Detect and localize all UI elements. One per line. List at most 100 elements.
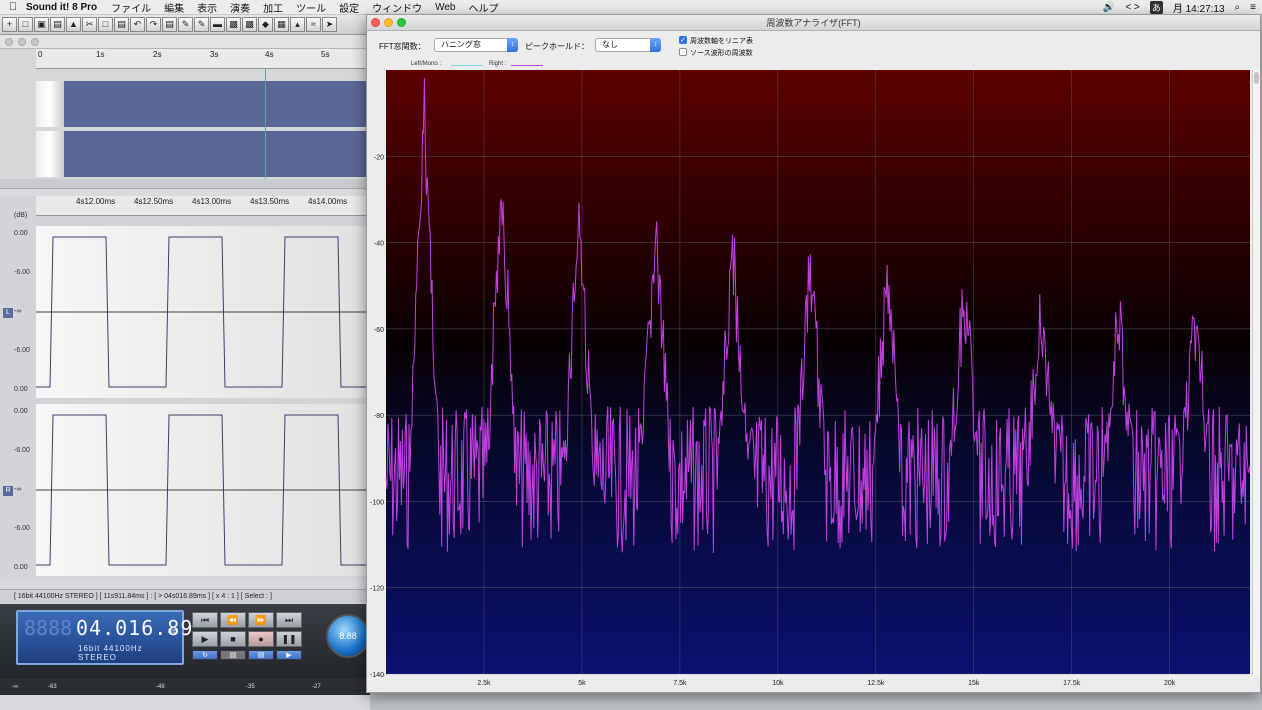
fast-forward-button[interactable]: ⏩ (248, 612, 274, 628)
paste-icon[interactable]: ▤ (114, 17, 129, 32)
open-file-icon[interactable]: □ (18, 17, 33, 32)
pause-button[interactable]: ❚❚ (276, 631, 302, 647)
record-button[interactable]: ● (248, 631, 274, 647)
app-menu[interactable]: Sound it! 8 Pro (26, 2, 97, 13)
menu-view[interactable]: 表示 (197, 0, 217, 15)
marker-button[interactable]: ▤ (248, 650, 274, 660)
channel-left-badge[interactable]: L (3, 308, 13, 318)
ruler-label: 4s13.50ms (250, 197, 290, 206)
source-wave-checkbox[interactable] (679, 48, 687, 56)
skip-button[interactable]: ▶ (276, 650, 302, 660)
save-as-icon[interactable]: ▤ (50, 17, 65, 32)
doc-icon[interactable]: ▤ (162, 17, 177, 32)
x-tick-label: 20k (1164, 680, 1176, 687)
x-tick-label: 7.5k (673, 680, 687, 687)
fft-titlebar[interactable]: 周波数アナライザ(FFT) (367, 15, 1260, 31)
spotlight-icon[interactable]: ⌕ (1235, 2, 1241, 13)
menu-file[interactable]: ファイル (111, 0, 151, 15)
overview-track-right[interactable] (36, 131, 370, 177)
nav-arrows-icon[interactable]: < > (1125, 2, 1139, 13)
select-arrows-icon: ↕ (507, 38, 518, 52)
fft-controls: FFT窓関数： ハニング窓 ↕ ピークホールド： なし ↕ ✓ 周波数軸をリニア… (367, 32, 1260, 60)
ime-indicator[interactable]: あ (1149, 1, 1163, 14)
copy-icon[interactable]: □ (98, 17, 113, 32)
stop-button[interactable]: ■ (220, 631, 246, 647)
overview-track-left[interactable] (36, 81, 370, 127)
grid-icon[interactable]: ▦ (274, 17, 289, 32)
meter-label: -35 (246, 684, 255, 690)
ruler-label: 4s14.00ms (308, 197, 348, 206)
overview-scrollbar[interactable] (0, 179, 370, 189)
channel-right-badge[interactable]: R (3, 486, 13, 496)
x-tick-label: 12.5k (867, 680, 885, 687)
level-meter: -∞ -63 -48 -35 -27 (0, 678, 370, 695)
tool-a-icon[interactable]: ✎ (178, 17, 193, 32)
graph-icon[interactable]: ≈ (306, 17, 321, 32)
menu-edit[interactable]: 編集 (164, 0, 184, 15)
overview-playhead[interactable] (265, 69, 266, 179)
channel-left-wave[interactable] (36, 226, 370, 398)
status-line: [ 16bit 44100Hz STEREO ] [ 11s911.84ms ]… (0, 589, 370, 603)
menu-help[interactable]: ヘルプ (469, 0, 499, 15)
db-label: -6.00 (14, 269, 30, 276)
zoom-dot-icon[interactable] (31, 38, 39, 46)
folder-icon[interactable]: ▲ (66, 17, 81, 32)
undo-icon[interactable]: ↶ (130, 17, 145, 32)
waveform-ruler[interactable]: 4s12.00ms 4s12.50ms 4s13.00ms 4s13.50ms … (36, 196, 370, 216)
window-function-value: ハニング窓 (441, 40, 481, 49)
list-menu-icon[interactable]: ≡ (1250, 2, 1256, 13)
channel-right-wave[interactable] (36, 404, 370, 576)
menu-process[interactable]: 加工 (263, 0, 283, 15)
close-dot-icon[interactable] (5, 38, 13, 46)
linear-axis-checkbox[interactable]: ✓ (679, 36, 687, 44)
save-icon[interactable]: ▣ (34, 17, 49, 32)
loop-button[interactable]: ↻ (192, 650, 218, 660)
go-end-button[interactable]: ⏭ (276, 612, 302, 628)
eraser-icon[interactable]: ◆ (258, 17, 273, 32)
peak-hold-select[interactable]: なし ↕ (595, 38, 661, 52)
tool-e-icon[interactable]: ▩ (242, 17, 257, 32)
tool-b-icon[interactable]: ✎ (194, 17, 209, 32)
tool-c-icon[interactable]: ▬ (210, 17, 225, 32)
menu-settings[interactable]: 設定 (339, 0, 359, 15)
ruler-label: 1s (96, 50, 105, 59)
play-button[interactable]: ▶ (192, 631, 218, 647)
volume-knob[interactable]: 8.88 (326, 614, 370, 658)
level-icon[interactable]: ▴ (290, 17, 305, 32)
ruler-label: 3s (210, 50, 219, 59)
punch-button[interactable]: ▤ (220, 650, 246, 660)
zoom-button-icon[interactable] (397, 18, 406, 27)
menu-web[interactable]: Web (435, 2, 455, 13)
ruler-label: 4s13.00ms (192, 197, 232, 206)
waveform-pane[interactable]: 4s12.00ms 4s12.50ms 4s13.00ms 4s13.50ms … (0, 196, 370, 579)
x-axis: 2.5k 5k 7.5k 10k 12.5k 15k 17.5k 20k (477, 680, 1175, 687)
pointer-icon[interactable]: ➤ (322, 17, 337, 32)
fft-plot-area[interactable]: -20 -40 -60 -80 -100 -120 -140 2.5k 5k 7.5k 10k 12… (367, 70, 1260, 690)
minimize-button-icon[interactable] (384, 18, 393, 27)
apple-icon[interactable]:  (0, 1, 26, 13)
meter-label: -27 (312, 684, 321, 690)
menu-play[interactable]: 演奏 (230, 0, 250, 15)
close-button-icon[interactable] (371, 18, 380, 27)
db-label: 0.00 (14, 230, 28, 237)
minimize-dot-icon[interactable] (18, 38, 26, 46)
fft-spectrum-chart: -20 -40 -60 -80 -100 -120 -140 2.5k 5k 7.5k 10k 12… (370, 70, 1251, 687)
scroll-thumb[interactable] (1254, 72, 1259, 84)
menu-tools[interactable]: ツール (296, 0, 326, 15)
cut-icon[interactable]: ✂ (82, 17, 97, 32)
x-tick-label: 10k (772, 680, 784, 687)
rewind-button[interactable]: ⏪ (220, 612, 246, 628)
redo-icon[interactable]: ↷ (146, 17, 161, 32)
overview-pane[interactable]: 0 1s 2s 3s 4s 5s (0, 49, 370, 179)
menubar-clock[interactable]: 月 14:27:13 (1173, 0, 1225, 15)
go-start-button[interactable]: ⏮ (192, 612, 218, 628)
overview-ruler[interactable]: 0 1s 2s 3s 4s 5s (36, 49, 370, 69)
new-file-icon[interactable]: + (2, 17, 17, 32)
menu-window[interactable]: ウィンドウ (372, 0, 422, 15)
tool-d-icon[interactable]: ▩ (226, 17, 241, 32)
ruler-label: 4s (265, 50, 274, 59)
window-function-select[interactable]: ハニング窓 ↕ (434, 38, 518, 52)
fft-vertical-scrollbar[interactable] (1252, 70, 1260, 675)
y-tick-label: -80 (374, 413, 384, 420)
volume-icon[interactable]: 🔊 (1103, 2, 1115, 13)
